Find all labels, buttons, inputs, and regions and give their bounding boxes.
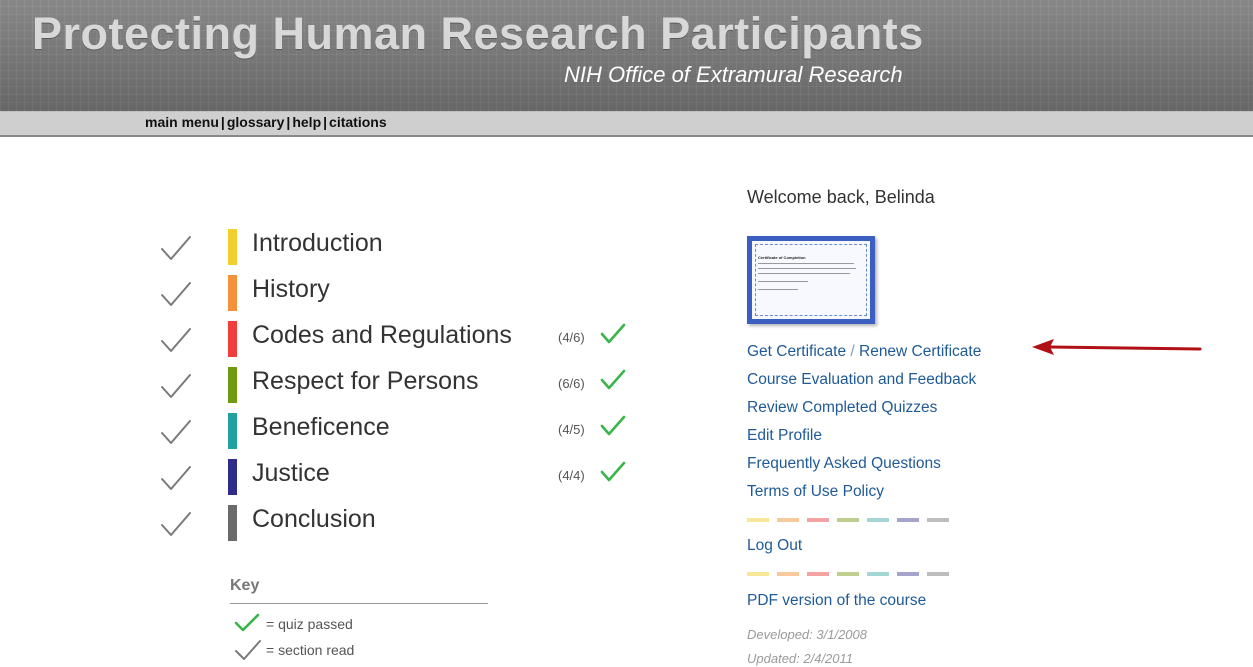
get-certificate-link[interactable]: Get Certificate [747,343,846,360]
edit-profile-link[interactable]: Edit Profile [747,427,822,445]
nav-help[interactable]: help [292,114,321,130]
section-link[interactable]: Justice [252,459,330,488]
section-link[interactable]: History [252,275,330,304]
color-strip-segment [927,518,949,522]
section-color-bar [228,505,237,541]
color-strip-segment [867,572,889,576]
nav-glossary[interactable]: glossary [227,114,285,130]
nav-main-menu[interactable]: main menu [145,114,219,130]
certificate-text-line [758,281,808,282]
quiz-score: (4/6) [558,330,585,345]
gray-check-icon [161,374,191,398]
welcome-message: Welcome back, Belinda [747,187,935,207]
key-quiz-passed-label: = quiz passed [266,616,353,632]
page-header: Protecting Human Research Participants N… [0,0,1253,111]
color-strip-segment [777,518,799,522]
top-navbar: main menu | glossary | help | citations [0,111,1253,137]
key-section-read-label: = section read [266,642,355,658]
green-check-icon [600,369,626,390]
quiz-score: (6/6) [558,376,585,391]
updated-date: Updated: 2/4/2011 [747,651,854,666]
developed-date: Developed: 3/1/2008 [747,627,867,642]
gray-check-icon [161,236,191,260]
gray-check-icon [161,328,191,352]
section-row[interactable]: Codes and Regulations (4/6) [160,315,630,361]
green-check-icon [234,613,260,632]
color-strip-segment [837,572,859,576]
section-color-bar [228,229,237,265]
legend-key: Key = quiz passed = section read [230,577,488,660]
section-row[interactable]: Justice (4/4) [160,453,630,499]
color-strip-segment [747,572,769,576]
green-check-icon [600,415,626,436]
section-color-bar [228,459,237,495]
renew-certificate-link[interactable]: Renew Certificate [859,343,981,360]
section-link[interactable]: Beneficence [252,413,390,442]
section-color-bar [228,275,237,311]
certificate-text-line [758,289,798,290]
gray-check-icon [235,640,261,660]
nav-citations[interactable]: citations [329,114,387,130]
gray-check-icon [161,282,191,306]
certificate-links: Get Certificate / Renew Certificate [747,343,981,361]
color-strip-segment [837,518,859,522]
quiz-score: (4/5) [558,422,585,437]
nav-separator: | [323,114,328,130]
certificate-thumbnail[interactable]: Certificate of Completion [747,236,875,324]
site-title: Protecting Human Research Participants [32,8,924,59]
section-link[interactable]: Introduction [252,229,383,258]
section-row[interactable]: Beneficence (4/5) [160,407,630,453]
section-color-bar [228,413,237,449]
green-check-icon [600,323,626,344]
section-link[interactable]: Codes and Regulations [252,321,512,350]
color-strip-segment [747,518,769,522]
red-arrow-icon [1032,339,1202,355]
quiz-score: (4/4) [558,468,585,483]
course-evaluation-link[interactable]: Course Evaluation and Feedback [747,371,976,389]
section-color-bar [228,367,237,403]
review-quizzes-link[interactable]: Review Completed Quizzes [747,399,937,417]
gray-check-icon [161,512,191,536]
certificate-title: Certificate of Completion [758,255,806,260]
color-strip-segment [867,518,889,522]
section-link[interactable]: Conclusion [252,505,376,534]
nav-separator: | [220,114,225,130]
section-color-bar [228,321,237,357]
certificate-text-line [758,273,850,274]
gray-check-icon [161,420,191,444]
color-strip-segment [807,518,829,522]
nav-links: main menu | glossary | help | citations [145,114,387,130]
section-row[interactable]: Respect for Persons (6/6) [160,361,630,407]
section-link[interactable]: Respect for Persons [252,367,479,396]
certificate-text-line [758,268,856,269]
faq-link[interactable]: Frequently Asked Questions [747,455,941,473]
color-strip-segment [807,572,829,576]
section-row[interactable]: Conclusion [160,499,630,545]
color-strip-segment [897,518,919,522]
pdf-version-link[interactable]: PDF version of the course [747,592,926,610]
section-row[interactable]: Introduction [160,223,630,269]
site-subtitle: NIH Office of Extramural Research [564,62,903,87]
color-strip-segment [897,572,919,576]
key-divider [230,603,488,604]
terms-of-use-link[interactable]: Terms of Use Policy [747,483,884,501]
color-strip-segment [927,572,949,576]
color-strip-segment [777,572,799,576]
key-title: Key [230,577,260,594]
certificate-text-line [758,263,854,264]
link-separator: / [850,343,855,360]
section-row[interactable]: History [160,269,630,315]
gray-check-icon [161,466,191,490]
green-check-icon [600,461,626,482]
log-out-link[interactable]: Log Out [747,537,802,555]
